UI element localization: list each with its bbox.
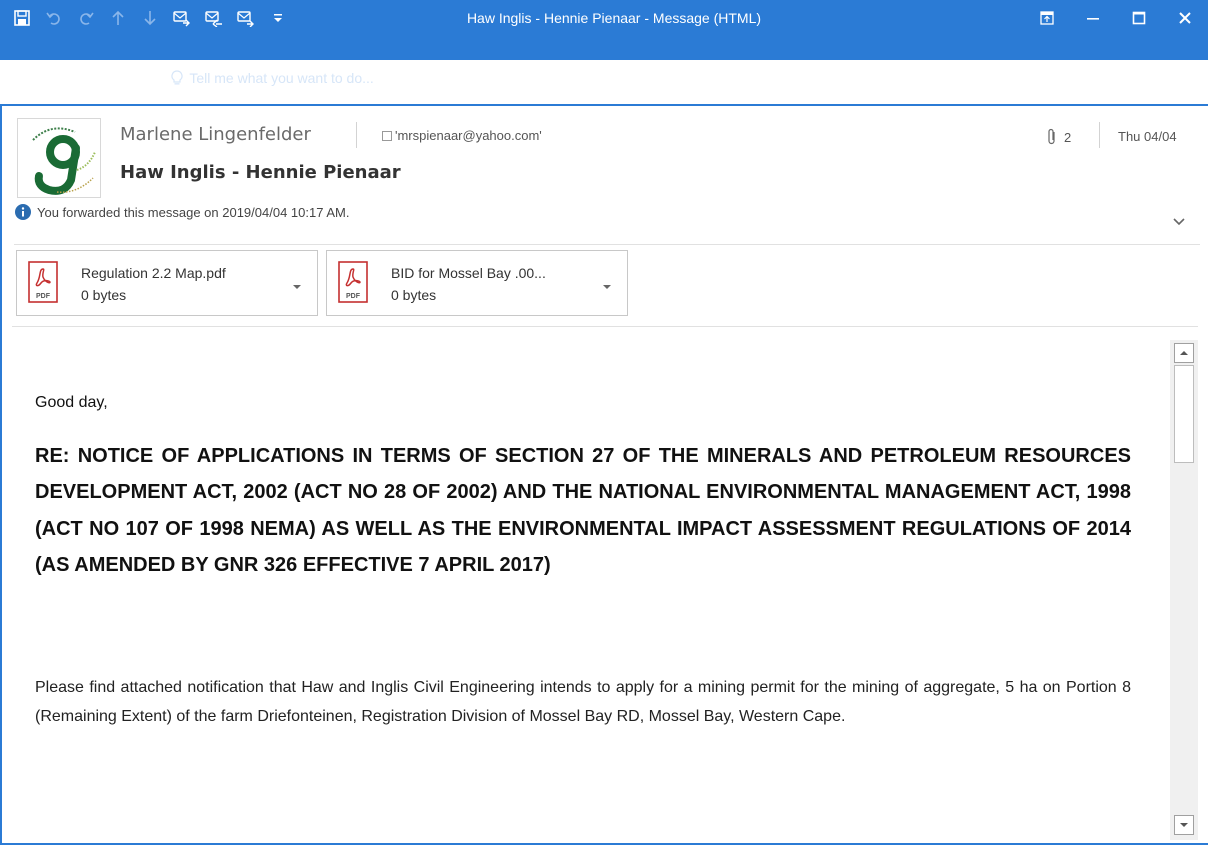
forward-icon[interactable] [236,8,256,28]
attachment-count-value: 2 [1064,129,1072,145]
pdf-icon: PDF [28,261,58,303]
paperclip-icon [1048,128,1055,145]
body-greeting: Good day, [35,394,108,411]
attachment-size: 0 bytes [391,287,437,303]
undo-icon[interactable] [44,8,64,28]
info-text: You forwarded this message on 2019/04/04… [37,204,350,220]
attachment-dropdown-icon[interactable] [293,277,301,295]
vertical-scrollbar[interactable] [1170,340,1198,840]
tell-me-box[interactable]: Tell me what you want to do... [171,70,374,86]
recipient-address: 'mrspienaar@yahoo.com' [395,128,542,143]
attachment-count: 2 [1046,128,1071,146]
svg-text:PDF: PDF [36,293,51,300]
pdf-icon: PDF [338,261,368,303]
reply-all-icon[interactable] [204,8,224,28]
recipient-field[interactable]: 'mrspienaar@yahoo.com' [382,128,542,143]
attachment-name: Regulation 2.2 Map.pdf [81,265,226,281]
scrollbar-thumb[interactable] [1174,365,1194,463]
save-icon[interactable] [12,8,32,28]
expand-header-icon[interactable] [1172,214,1186,232]
scroll-up-button[interactable] [1174,343,1194,363]
tab-message[interactable]: Message [79,70,136,86]
message-date: Thu 04/04 [1118,129,1177,144]
body-paragraph: Please find attached notification that H… [35,679,1131,725]
ribbon-display-icon[interactable] [1024,0,1070,36]
minimize-icon[interactable] [1070,0,1116,36]
redo-icon[interactable] [76,8,96,28]
info-icon [15,204,31,220]
attachment-item[interactable]: PDF BID for Mossel Bay .00... 0 bytes [326,250,628,316]
up-icon[interactable] [108,8,128,28]
message-header: Marlene Lingenfelder 'mrspienaar@yahoo.c… [2,106,1208,246]
info-bar: You forwarded this message on 2019/04/04… [15,204,349,220]
scroll-down-icon [1180,823,1188,827]
customize-icon[interactable] [268,8,288,28]
attachment-name: BID for Mossel Bay .00... [391,265,546,281]
quick-access-toolbar [12,4,300,32]
header-separator [356,122,357,148]
down-icon[interactable] [140,8,160,28]
reply-icon[interactable] [172,8,192,28]
sender-logo [17,118,101,198]
sender-name[interactable]: Marlene Lingenfelder [120,124,311,145]
attachment-size: 0 bytes [81,287,127,303]
divider [12,326,1198,327]
attachment-dropdown-icon[interactable] [603,277,611,295]
scroll-down-button[interactable] [1174,815,1194,835]
close-icon[interactable] [1162,0,1208,36]
body-heading: RE: NOTICE OF APPLICATIONS IN TERMS OF S… [35,445,1131,576]
lightbulb-icon [171,70,183,86]
tell-me-text: Tell me what you want to do... [189,70,374,86]
svg-text:PDF: PDF [346,293,361,300]
maximize-icon[interactable] [1116,0,1162,36]
title-bar: Haw Inglis - Hennie Pienaar - Message (H… [0,0,1208,86]
recipient-checkbox-icon [382,130,392,141]
attachment-item[interactable]: PDF Regulation 2.2 Map.pdf 0 bytes [16,250,318,316]
tab-file[interactable]: File [20,70,43,86]
message-body[interactable]: Good day, RE: NOTICE OF APPLICATIONS IN … [2,340,1168,840]
scroll-up-icon [1180,351,1188,355]
header-separator [1099,122,1100,148]
attachment-list: PDF Regulation 2.2 Map.pdf 0 bytes PDF B… [16,250,636,316]
message-subject: Haw Inglis - Hennie Pienaar [120,162,401,183]
window-controls [1024,0,1208,36]
divider [14,244,1200,245]
ribbon-tabs: File Message Tell me what you want to do… [20,64,374,92]
